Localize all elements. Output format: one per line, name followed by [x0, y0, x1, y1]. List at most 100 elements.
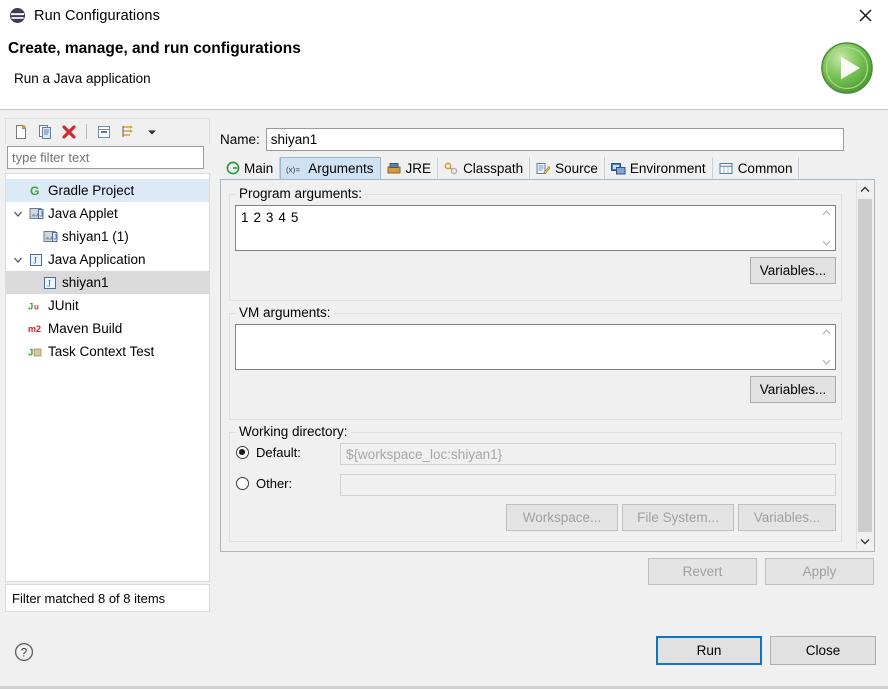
tab-classpath[interactable]: Classpath	[438, 157, 531, 179]
svg-text:J: J	[47, 278, 51, 288]
duplicate-launch-configuration-button[interactable]	[34, 121, 56, 142]
gradle-icon: G	[26, 183, 46, 198]
file-system-button[interactable]: File System...	[622, 504, 734, 531]
run-button[interactable]: Run	[656, 636, 762, 665]
collapse-all-icon	[98, 125, 110, 138]
tab-label: Source	[555, 160, 598, 176]
name-label: Name:	[220, 132, 260, 147]
apply-button[interactable]: Apply	[765, 558, 874, 585]
other-radio-button[interactable]	[236, 477, 249, 490]
tab-label: JRE	[405, 160, 432, 176]
arguments-tab-icon: (x)=	[286, 163, 304, 175]
tree-item-label: JUnit	[48, 298, 79, 313]
collapse-all-button[interactable]	[93, 121, 115, 142]
chevron-up-icon	[860, 186, 870, 193]
delete-launch-configuration-button[interactable]	[58, 121, 80, 142]
tree-item-shiyan1-application[interactable]: › J shiyan1	[6, 271, 209, 294]
green-run-arrow-icon	[818, 39, 876, 100]
svg-text:G: G	[30, 184, 39, 198]
eclipse-logo-icon	[9, 7, 26, 24]
common-tab-icon	[719, 162, 734, 175]
working-directory-variables-button[interactable]: Variables...	[738, 504, 836, 531]
tab-bar-filler	[799, 157, 875, 179]
view-menu-button[interactable]	[141, 121, 163, 142]
scrollbar-thumb[interactable]	[858, 199, 872, 532]
close-button[interactable]: Close	[770, 636, 876, 665]
working-directory-default-radio-row[interactable]: Default:	[236, 445, 301, 460]
svg-text:J: J	[28, 348, 33, 359]
name-input-wrapper[interactable]	[265, 128, 844, 151]
filter-input-wrapper[interactable]	[7, 146, 204, 169]
junit-icon: J u	[26, 299, 46, 313]
tree-item-java-applet[interactable]: J Java Applet	[6, 202, 209, 225]
tab-arguments[interactable]: (x)= Arguments	[280, 157, 381, 179]
help-button[interactable]: ?	[14, 642, 34, 665]
close-window-button[interactable]	[842, 0, 888, 31]
name-input[interactable]	[266, 129, 843, 150]
vm-arguments-group: VM arguments: Variables...	[229, 305, 842, 420]
vm-arguments-variables-button[interactable]: Variables...	[750, 376, 836, 403]
main-tab-icon	[226, 161, 240, 175]
vm-arguments-label: VM arguments:	[236, 305, 334, 320]
chevron-up-icon	[822, 210, 830, 216]
revert-button[interactable]: Revert	[648, 558, 757, 585]
program-arguments-value: 1 2 3 4 5	[241, 210, 299, 225]
scroll-down-button[interactable]	[857, 533, 873, 550]
tab-label: Common	[737, 160, 793, 176]
filter-arrows-icon	[122, 125, 133, 137]
tab-source[interactable]: Source	[530, 157, 605, 179]
workspace-button[interactable]: Workspace...	[506, 504, 618, 531]
working-directory-other-field[interactable]	[340, 474, 836, 496]
filter-launch-configurations-button[interactable]	[117, 121, 139, 142]
tab-common[interactable]: Common	[713, 157, 800, 179]
tree-item-label: Java Application	[48, 252, 146, 267]
tree-item-gradle-project[interactable]: › G Gradle Project	[6, 179, 209, 202]
tab-content-scrollbar[interactable]	[856, 181, 873, 550]
left-toolbar	[5, 118, 210, 144]
program-arguments-variables-button[interactable]: Variables...	[750, 257, 836, 284]
program-arguments-scrollbar[interactable]	[818, 207, 834, 249]
new-document-icon	[16, 124, 26, 139]
tree-item-label: shiyan1 (1)	[62, 229, 129, 244]
vm-arguments-textarea[interactable]	[235, 324, 836, 370]
tab-jre[interactable]: JRE	[381, 157, 439, 179]
scroll-up-button[interactable]	[857, 181, 873, 198]
filter-input[interactable]	[8, 147, 203, 168]
tree-item-maven-build[interactable]: › m2 Maven Build	[6, 317, 209, 340]
svg-text:m2: m2	[28, 324, 41, 334]
default-radio-button[interactable]	[236, 446, 249, 459]
program-arguments-textarea[interactable]: 1 2 3 4 5	[235, 205, 836, 251]
close-icon	[858, 9, 872, 22]
chevron-down-icon	[822, 359, 830, 365]
twisty-expanded-icon[interactable]	[10, 255, 26, 265]
working-directory-other-radio-row[interactable]: Other:	[236, 476, 292, 491]
maven-icon: m2	[26, 322, 46, 335]
toolbar-separator	[86, 124, 87, 139]
tab-environment[interactable]: Environment	[605, 157, 713, 179]
tab-main[interactable]: Main	[220, 157, 281, 179]
twisty-expanded-icon[interactable]	[10, 209, 26, 219]
tree-item-label: Java Applet	[48, 206, 118, 221]
svg-text:J: J	[28, 302, 33, 313]
source-tab-icon	[536, 162, 551, 175]
configuration-editor-panel: Name: Main (x)=	[214, 118, 882, 612]
launch-configuration-tree[interactable]: › G Gradle Project J	[5, 173, 210, 582]
java-applet-icon: J	[26, 207, 46, 221]
window-title: Run Configurations	[34, 7, 160, 24]
other-radio-label: Other:	[256, 476, 293, 491]
vm-arguments-scrollbar[interactable]	[818, 326, 834, 368]
tree-item-shiyan1-applet[interactable]: › J shiyan1 (1)	[6, 225, 209, 248]
environment-tab-icon	[610, 162, 626, 175]
tab-label: Environment	[629, 160, 706, 176]
tree-item-label: Gradle Project	[48, 183, 135, 198]
tree-item-java-application[interactable]: J Java Application	[6, 248, 209, 271]
revert-apply-row: Revert Apply	[648, 558, 874, 585]
default-radio-label: Default:	[256, 445, 301, 460]
title-bar: Run Configurations	[0, 0, 888, 31]
name-row: Name:	[220, 128, 844, 151]
tab-label: Arguments	[308, 161, 374, 176]
tree-item-junit[interactable]: › J u JUnit	[6, 294, 209, 317]
tree-item-task-context-test[interactable]: › J Task Context Test	[6, 340, 209, 363]
filter-status-text: Filter matched 8 of 8 items	[5, 584, 210, 612]
new-launch-configuration-button[interactable]	[10, 121, 32, 142]
